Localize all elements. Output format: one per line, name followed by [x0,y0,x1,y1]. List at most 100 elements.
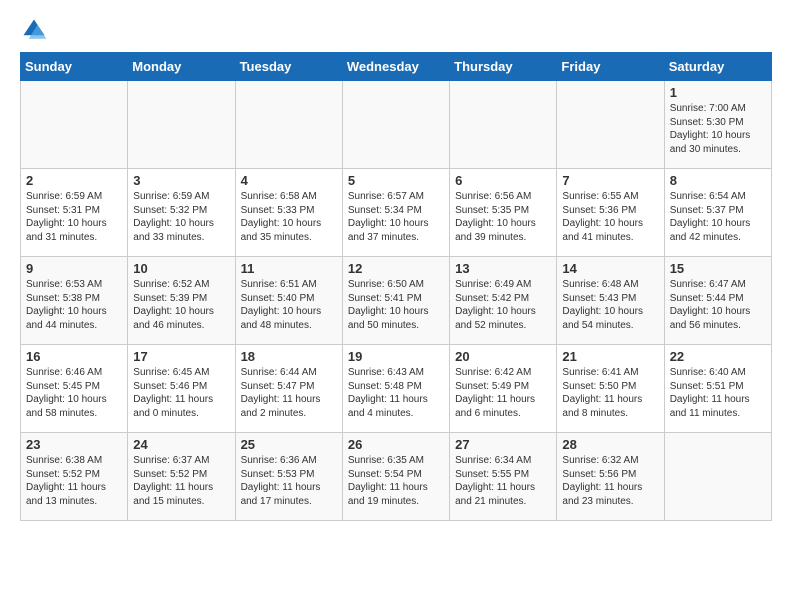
day-info: Sunrise: 7:00 AM Sunset: 5:30 PM Dayligh… [670,102,766,156]
calendar-cell [342,81,449,169]
calendar-cell: 4 Sunrise: 6:58 AM Sunset: 5:33 PM Daylig… [235,169,342,257]
weekday-header-row: SundayMondayTuesdayWednesdayThursdayFrid… [21,53,772,81]
calendar-cell: 28Sunrise: 6:32 AM Sunset: 5:56 PM Dayli… [557,433,664,521]
weekday-header-monday: Monday [128,53,235,81]
day-number: 13 [455,261,551,276]
calendar-cell: 8Sunrise: 6:54 AM Sunset: 5:37 PM Daylig… [664,169,771,257]
day-info: Sunrise: 6:35 AM Sunset: 5:54 PM Dayligh… [348,454,444,508]
calendar-cell: 20 Sunrise: 6:42 AM Sunset: 5:49 PM Dayli… [450,345,557,433]
day-number: 3 [133,173,229,188]
calendar-cell [21,81,128,169]
day-info: Sunrise: 6:43 AM Sunset: 5:48 PM Dayligh… [348,366,444,420]
day-number: 19 [348,349,444,364]
day-number: 27 [455,437,551,452]
weekday-header-sunday: Sunday [21,53,128,81]
day-number: 5 [348,173,444,188]
day-info: Sunrise: 6:38 AM Sunset: 5:52 PM Dayligh… [26,454,122,508]
weekday-header-friday: Friday [557,53,664,81]
week-row-2: 2 Sunrise: 6:59 AM Sunset: 5:31 PM Daylig… [21,169,772,257]
day-number: 24 [133,437,229,452]
day-info: Sunrise: 6:44 AM Sunset: 5:47 PM Dayligh… [241,366,337,420]
day-info: Sunrise: 6:45 AM Sunset: 5:46 PM Dayligh… [133,366,229,420]
calendar-cell: 6 Sunrise: 6:56 AM Sunset: 5:35 PM Daylig… [450,169,557,257]
calendar-cell: 12 Sunrise: 6:50 AM Sunset: 5:41 PM Dayli… [342,257,449,345]
day-number: 6 [455,173,551,188]
day-info: Sunrise: 6:59 AM Sunset: 5:32 PM Dayligh… [133,190,229,244]
calendar-cell [450,81,557,169]
calendar-cell: 23 Sunrise: 6:38 AM Sunset: 5:52 PM Dayli… [21,433,128,521]
day-info: Sunrise: 6:42 AM Sunset: 5:49 PM Dayligh… [455,366,551,420]
calendar-cell: 10Sunrise: 6:52 AM Sunset: 5:39 PM Dayli… [128,257,235,345]
day-info: Sunrise: 6:34 AM Sunset: 5:55 PM Dayligh… [455,454,551,508]
calendar-cell [128,81,235,169]
day-number: 20 [455,349,551,364]
day-info: Sunrise: 6:51 AM Sunset: 5:40 PM Dayligh… [241,278,337,332]
day-info: Sunrise: 6:53 AM Sunset: 5:38 PM Dayligh… [26,278,122,332]
week-row-5: 23 Sunrise: 6:38 AM Sunset: 5:52 PM Dayli… [21,433,772,521]
day-number: 17 [133,349,229,364]
calendar-cell: 17 Sunrise: 6:45 AM Sunset: 5:46 PM Dayli… [128,345,235,433]
calendar-cell: 26 Sunrise: 6:35 AM Sunset: 5:54 PM Dayli… [342,433,449,521]
calendar-cell: 3 Sunrise: 6:59 AM Sunset: 5:32 PM Daylig… [128,169,235,257]
day-info: Sunrise: 6:47 AM Sunset: 5:44 PM Dayligh… [670,278,766,332]
day-info: Sunrise: 6:41 AM Sunset: 5:50 PM Dayligh… [562,366,658,420]
day-number: 14 [562,261,658,276]
day-info: Sunrise: 6:49 AM Sunset: 5:42 PM Dayligh… [455,278,551,332]
calendar-cell: 27 Sunrise: 6:34 AM Sunset: 5:55 PM Dayli… [450,433,557,521]
day-info: Sunrise: 6:56 AM Sunset: 5:35 PM Dayligh… [455,190,551,244]
day-info: Sunrise: 6:57 AM Sunset: 5:34 PM Dayligh… [348,190,444,244]
day-info: Sunrise: 6:46 AM Sunset: 5:45 PM Dayligh… [26,366,122,420]
day-number: 2 [26,173,122,188]
day-info: Sunrise: 6:37 AM Sunset: 5:52 PM Dayligh… [133,454,229,508]
day-number: 28 [562,437,658,452]
day-info: Sunrise: 6:59 AM Sunset: 5:31 PM Dayligh… [26,190,122,244]
calendar-cell: 15Sunrise: 6:47 AM Sunset: 5:44 PM Dayli… [664,257,771,345]
day-number: 10 [133,261,229,276]
day-number: 4 [241,173,337,188]
weekday-header-tuesday: Tuesday [235,53,342,81]
day-number: 26 [348,437,444,452]
weekday-header-wednesday: Wednesday [342,53,449,81]
calendar-cell: 9 Sunrise: 6:53 AM Sunset: 5:38 PM Daylig… [21,257,128,345]
day-number: 21 [562,349,658,364]
day-number: 1 [670,85,766,100]
calendar-cell: 7 Sunrise: 6:55 AM Sunset: 5:36 PM Daylig… [557,169,664,257]
logo [20,16,52,44]
calendar-cell: 18 Sunrise: 6:44 AM Sunset: 5:47 PM Dayli… [235,345,342,433]
calendar-cell: 14 Sunrise: 6:48 AM Sunset: 5:43 PM Dayli… [557,257,664,345]
day-number: 18 [241,349,337,364]
day-info: Sunrise: 6:55 AM Sunset: 5:36 PM Dayligh… [562,190,658,244]
day-number: 23 [26,437,122,452]
day-number: 7 [562,173,658,188]
calendar-cell: 1 Sunrise: 7:00 AM Sunset: 5:30 PM Daylig… [664,81,771,169]
calendar-cell: 13 Sunrise: 6:49 AM Sunset: 5:42 PM Dayli… [450,257,557,345]
week-row-4: 16 Sunrise: 6:46 AM Sunset: 5:45 PM Dayli… [21,345,772,433]
logo-icon [20,16,48,44]
week-row-3: 9 Sunrise: 6:53 AM Sunset: 5:38 PM Daylig… [21,257,772,345]
header [20,16,772,44]
day-number: 12 [348,261,444,276]
calendar-cell: 19 Sunrise: 6:43 AM Sunset: 5:48 PM Dayli… [342,345,449,433]
day-info: Sunrise: 6:58 AM Sunset: 5:33 PM Dayligh… [241,190,337,244]
day-number: 11 [241,261,337,276]
calendar-cell: 11 Sunrise: 6:51 AM Sunset: 5:40 PM Dayli… [235,257,342,345]
day-info: Sunrise: 6:50 AM Sunset: 5:41 PM Dayligh… [348,278,444,332]
calendar-cell: 25Sunrise: 6:36 AM Sunset: 5:53 PM Dayli… [235,433,342,521]
calendar-cell [235,81,342,169]
calendar-cell: 16 Sunrise: 6:46 AM Sunset: 5:45 PM Dayli… [21,345,128,433]
day-info: Sunrise: 6:40 AM Sunset: 5:51 PM Dayligh… [670,366,766,420]
calendar-cell: 24 Sunrise: 6:37 AM Sunset: 5:52 PM Dayli… [128,433,235,521]
day-number: 8 [670,173,766,188]
day-number: 16 [26,349,122,364]
calendar-cell: 22 Sunrise: 6:40 AM Sunset: 5:51 PM Dayli… [664,345,771,433]
calendar-cell: 21 Sunrise: 6:41 AM Sunset: 5:50 PM Dayli… [557,345,664,433]
week-row-1: 1 Sunrise: 7:00 AM Sunset: 5:30 PM Daylig… [21,81,772,169]
weekday-header-saturday: Saturday [664,53,771,81]
calendar-cell: 2 Sunrise: 6:59 AM Sunset: 5:31 PM Daylig… [21,169,128,257]
day-number: 9 [26,261,122,276]
day-info: Sunrise: 6:48 AM Sunset: 5:43 PM Dayligh… [562,278,658,332]
calendar-cell [557,81,664,169]
page: SundayMondayTuesdayWednesdayThursdayFrid… [0,0,792,537]
day-number: 22 [670,349,766,364]
calendar: SundayMondayTuesdayWednesdayThursdayFrid… [20,52,772,521]
